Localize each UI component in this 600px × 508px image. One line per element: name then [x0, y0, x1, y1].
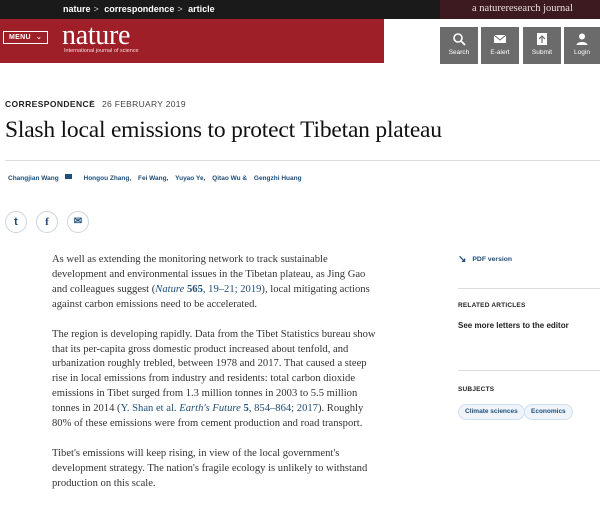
- e-alert-button[interactable]: E-alert: [481, 27, 519, 64]
- facebook-icon[interactable]: f: [36, 211, 58, 233]
- breadcrumb: nature > correspondence > article: [63, 4, 215, 14]
- author-link[interactable]: Qitao Wu &: [212, 175, 247, 182]
- upload-icon: [523, 27, 561, 49]
- paragraph-2: The region is developing rapidly. Data f…: [52, 328, 376, 430]
- envelope-icon: [481, 27, 519, 49]
- article-type: CORRESPONDENCE: [5, 99, 96, 109]
- author-link[interactable]: Gengzhi Huang: [254, 175, 302, 182]
- related-link[interactable]: See more letters to the editor: [458, 321, 569, 330]
- paragraph-3: Tibet's emissions will keep rising, in v…: [52, 447, 368, 489]
- search-button[interactable]: Search: [440, 27, 478, 64]
- chevron-down-icon: ⌄: [35, 34, 42, 41]
- site-header: [0, 19, 384, 63]
- paragraph-1: As well as extending the monitoring netw…: [52, 254, 370, 310]
- author-link[interactable]: Hongou Zhang,: [84, 175, 132, 182]
- article-body: As well as extending the monitoring netw…: [52, 253, 377, 507]
- breadcrumb-item-correspondence[interactable]: correspondence: [104, 4, 174, 14]
- menu-label: MENU: [9, 34, 31, 41]
- login-label: Login: [574, 49, 590, 56]
- citation-link[interactable]: Nature 565, 19–21; 2019: [155, 284, 261, 295]
- pdf-link[interactable]: ↘ PDF version: [458, 254, 512, 265]
- divider: [458, 288, 600, 289]
- separator-dot: •: [90, 97, 94, 107]
- twitter-icon[interactable]: t: [5, 211, 27, 233]
- divider: [458, 370, 600, 371]
- author-link[interactable]: Yuyao Ye,: [175, 175, 205, 182]
- citation-link[interactable]: Y. Shan et al. Earth's Future 5, 854–864…: [121, 403, 318, 414]
- email-share-icon[interactable]: ✉: [67, 211, 89, 233]
- related-heading: RELATED ARTICLES: [458, 302, 526, 309]
- search-label: Search: [448, 49, 470, 56]
- subject-tag[interactable]: Climate sciences: [458, 404, 525, 420]
- menu-button[interactable]: MENU ⌄: [3, 31, 48, 44]
- logo-subtitle: International journal of science: [64, 48, 139, 54]
- author-link[interactable]: Fei Wang,: [138, 175, 168, 182]
- publish-date: 26 FEBRUARY 2019: [102, 99, 186, 109]
- author-link[interactable]: Changjian Wang: [8, 174, 77, 182]
- login-button[interactable]: Login: [564, 27, 600, 64]
- divider: [5, 160, 600, 161]
- pdf-label: PDF version: [472, 256, 513, 263]
- subject-tag[interactable]: Economics: [524, 404, 573, 420]
- breadcrumb-item-nature[interactable]: nature: [63, 4, 91, 14]
- e-alert-label: E-alert: [490, 49, 510, 56]
- breadcrumb-item-article: article: [188, 4, 215, 14]
- search-icon: [440, 27, 478, 49]
- nature-research-banner[interactable]: a natureresearch journal: [440, 0, 600, 19]
- submit-label: Submit: [531, 49, 553, 56]
- author-list: Changjian Wang Hongou Zhang, Fei Wang, Y…: [8, 174, 307, 182]
- page-title: Slash local emissions to protect Tibetan…: [5, 117, 442, 143]
- submit-button[interactable]: Submit: [523, 27, 561, 64]
- email-icon: [64, 174, 72, 179]
- subjects-heading: SUBJECTS: [458, 386, 495, 393]
- user-icon: [564, 27, 600, 49]
- pdf-icon: ↘: [458, 254, 467, 265]
